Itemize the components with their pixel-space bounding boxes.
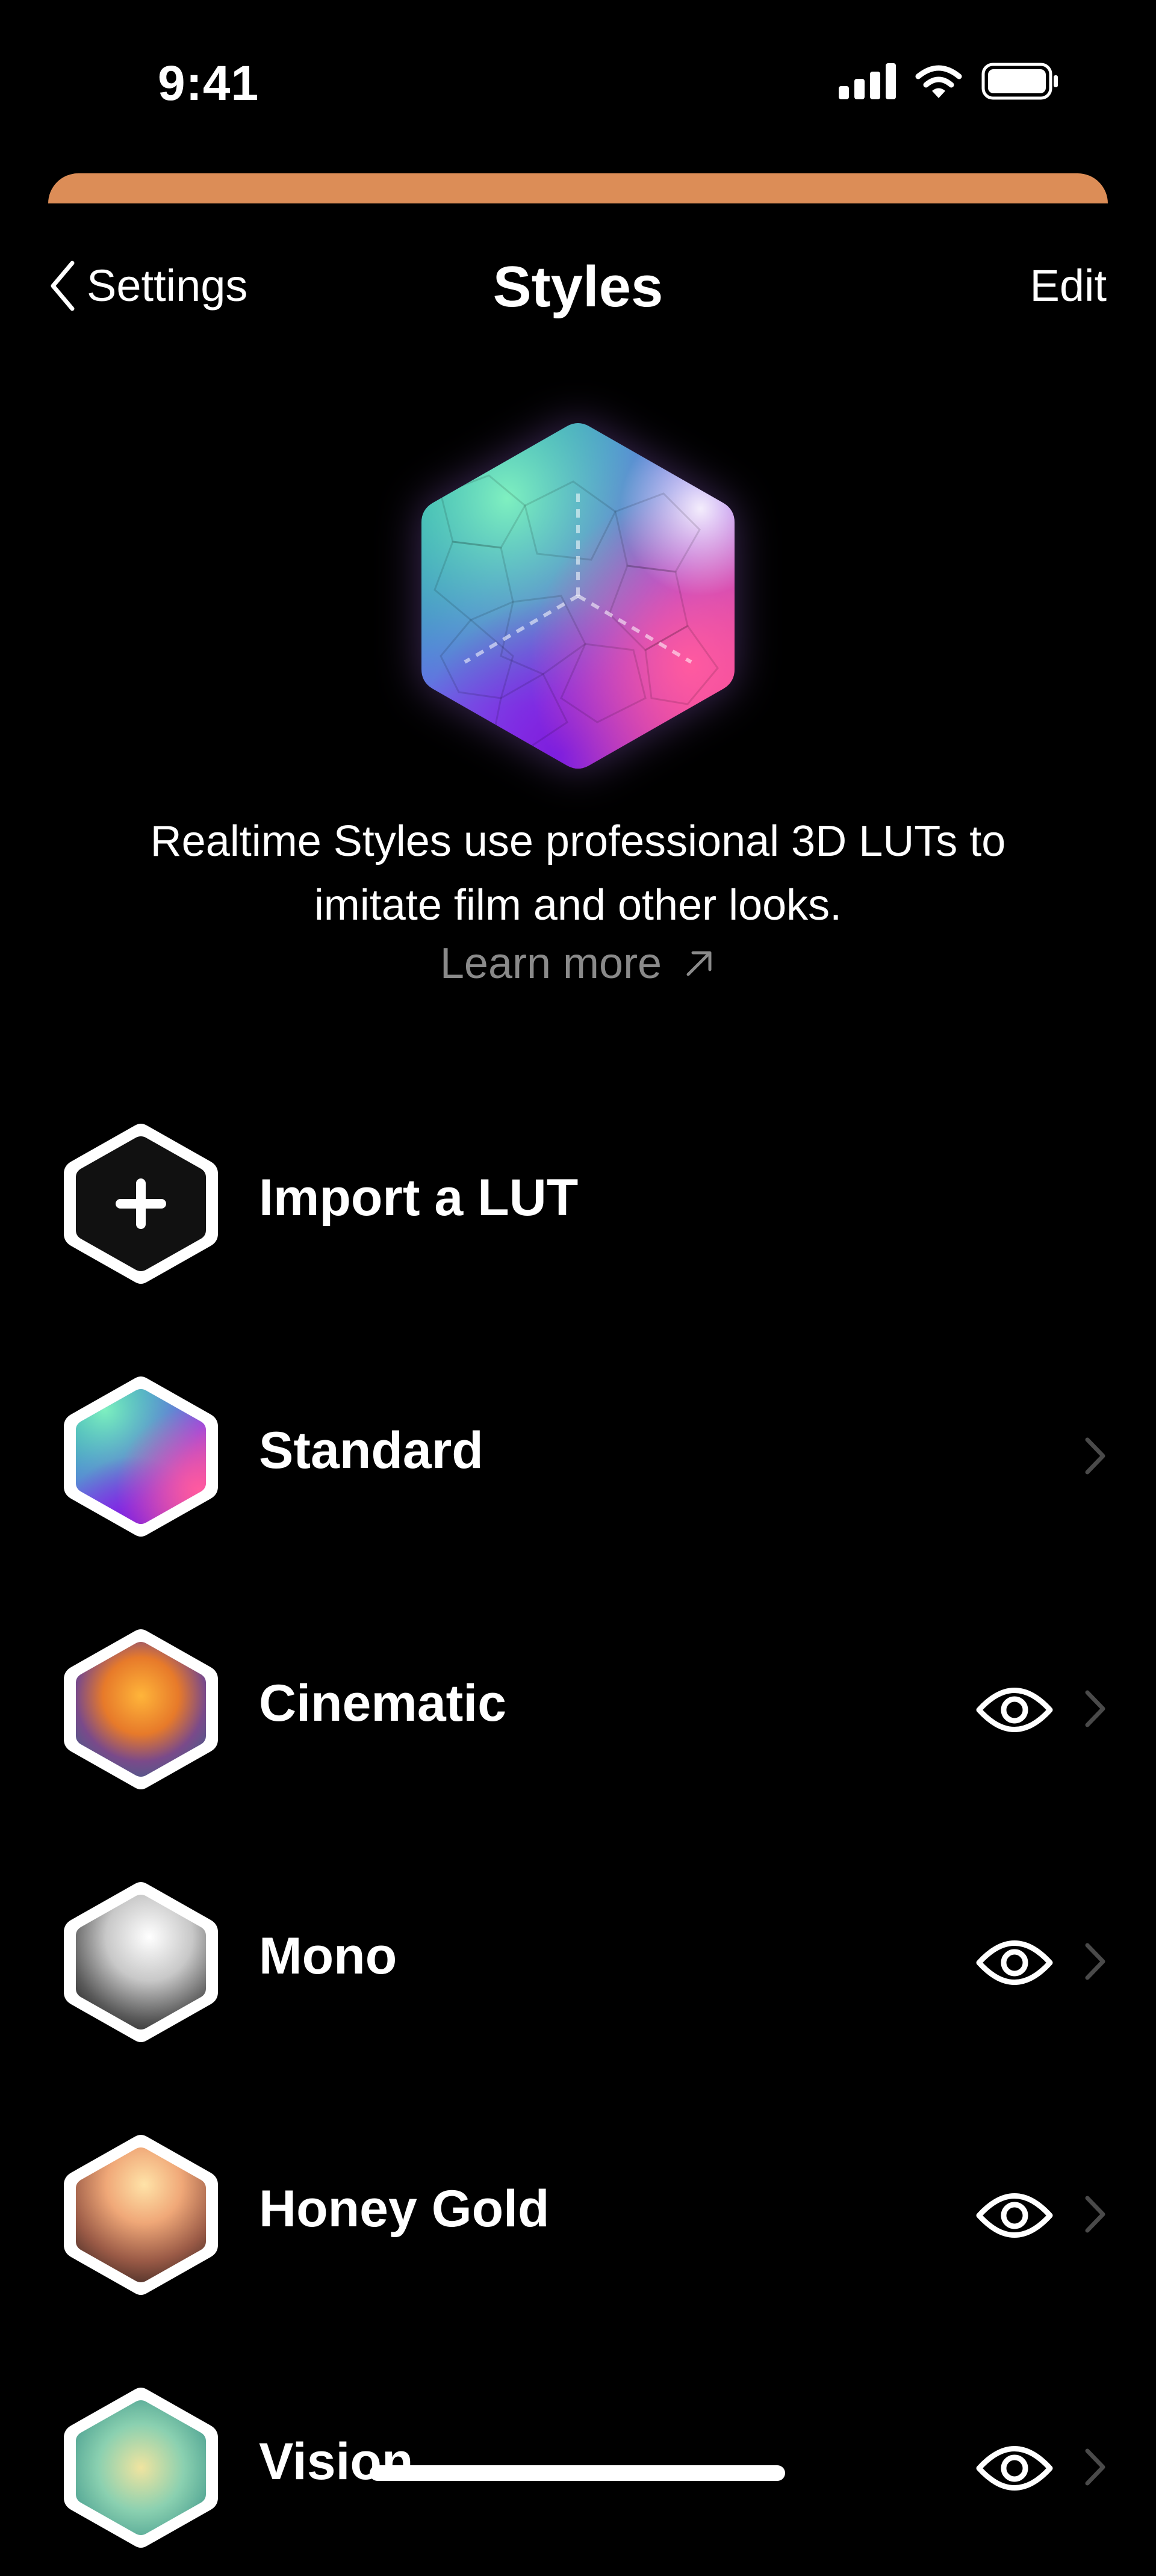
background-sheet-edge — [48, 173, 1108, 203]
style-row-cinematic[interactable]: Cinematic — [0, 1589, 1156, 1818]
external-link-arrow-icon — [686, 951, 712, 976]
cinematic-lut-icon — [64, 1629, 218, 1789]
style-label: Mono — [259, 1927, 397, 1985]
lut-cube-hero-icon — [421, 423, 735, 769]
style-row-standard[interactable]: Standard — [0, 1336, 1156, 1565]
cellular-signal-icon — [839, 63, 896, 99]
eye-icon[interactable] — [975, 2441, 1054, 2495]
eye-icon[interactable] — [975, 1683, 1054, 1737]
import-lut-row[interactable]: Import a LUT — [0, 1083, 1156, 1312]
style-label: Import a LUT — [259, 1169, 579, 1227]
style-label: Cinematic — [259, 1674, 507, 1732]
standard-lut-icon — [64, 1376, 218, 1537]
status-bar: 9:41 — [0, 0, 1156, 156]
wifi-icon — [915, 65, 962, 98]
honey-gold-lut-icon — [64, 2135, 218, 2295]
hero-description: Realtime Styles use professional 3D LUTs… — [0, 810, 1156, 937]
chevron-right-icon — [1085, 1690, 1105, 1727]
mono-lut-icon — [64, 1882, 218, 2042]
hero-description-line-1: Realtime Styles use professional 3D LUTs… — [150, 817, 1006, 865]
style-row-mono[interactable]: Mono — [0, 1842, 1156, 2070]
learn-more-link[interactable]: Learn more — [0, 939, 1156, 988]
style-label: Standard — [259, 1422, 483, 1479]
back-button[interactable]: Settings — [49, 260, 247, 311]
eye-icon[interactable] — [975, 1936, 1054, 1990]
style-row-honey-gold[interactable]: Honey Gold — [0, 2095, 1156, 2323]
style-label: Vision — [259, 2433, 414, 2491]
edit-button[interactable]: Edit — [1030, 260, 1107, 311]
status-icons — [839, 63, 1060, 100]
style-label: Honey Gold — [259, 2180, 550, 2238]
chevron-left-icon — [51, 261, 75, 311]
eye-icon[interactable] — [975, 2188, 1054, 2243]
chevron-right-icon — [1085, 1943, 1105, 1980]
style-row-vision[interactable]: Vision — [0, 2347, 1156, 2576]
status-time: 9:41 — [158, 56, 259, 111]
vision-lut-icon — [64, 2388, 218, 2548]
back-label: Settings — [87, 261, 248, 311]
battery-icon — [981, 63, 1058, 100]
learn-more-label: Learn more — [440, 940, 662, 988]
chevron-right-icon — [1085, 2196, 1105, 2233]
home-indicator[interactable] — [370, 2465, 785, 2481]
chevron-right-icon — [1085, 1437, 1105, 1475]
chevron-right-icon — [1085, 2448, 1105, 2486]
plus-icon — [64, 1124, 218, 1284]
hero-description-line-2: imitate film and other looks. — [314, 881, 842, 929]
